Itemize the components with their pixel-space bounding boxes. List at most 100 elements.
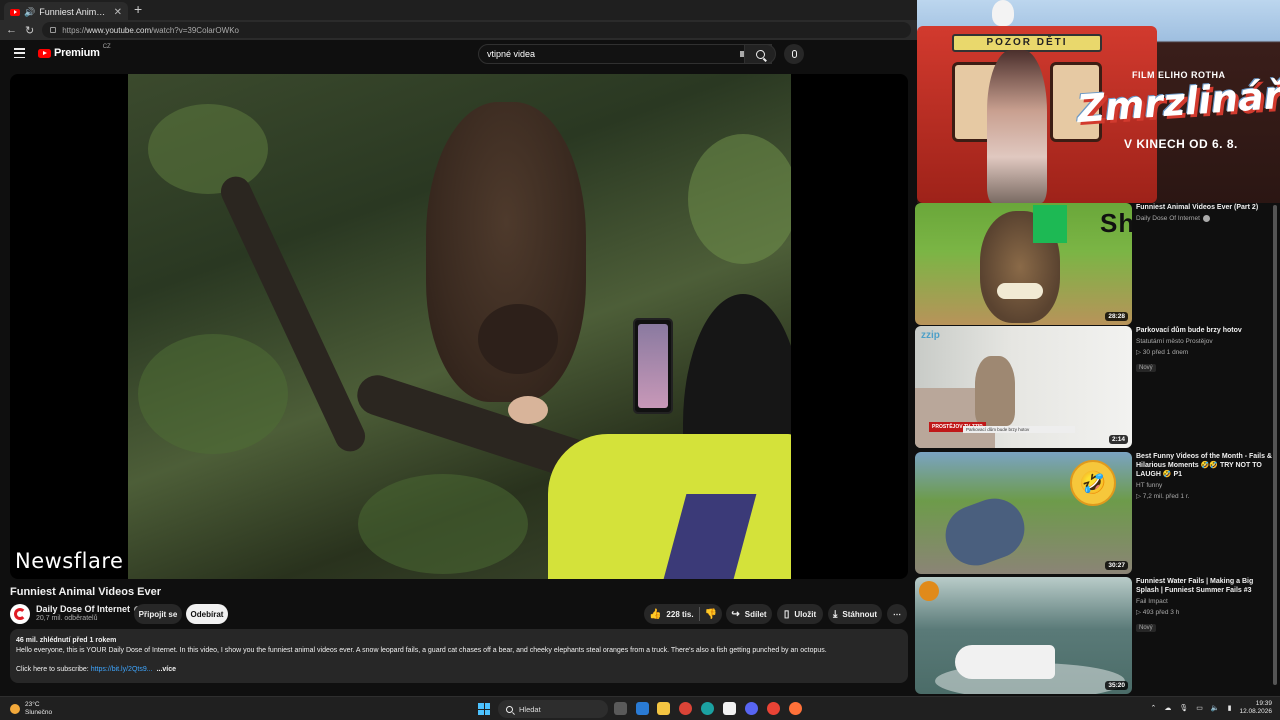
more-icon: ⋯ xyxy=(893,609,901,619)
like-dislike-group: 👍 228 tis. 👎 xyxy=(644,604,722,624)
recommendation-info: Best Funny Videos of the Month - Fails &… xyxy=(1136,452,1276,500)
phone-figure xyxy=(633,318,673,414)
browser-tab[interactable]: 🔊 Funniest Animal Videos Ever ✕ xyxy=(4,2,128,22)
thumbnail-logo: zzip xyxy=(921,330,940,341)
youtube-logo[interactable]: Premium CZ xyxy=(38,44,111,59)
recommendation-channel: HT funny xyxy=(1136,482,1276,489)
tray-chevron-icon[interactable]: ⌃ xyxy=(1150,704,1156,712)
recommendation-channel: Fail Impact xyxy=(1136,598,1276,605)
recommendation-item[interactable]: 35:20 Funniest Water Fails | Making a Bi… xyxy=(915,577,1280,694)
recommendation-channel: Statutární město Prostějov xyxy=(1136,338,1276,345)
ad-banner[interactable]: POZOR DĚTI FILM ELIHO ROTHA Zmrzlinář V … xyxy=(917,0,1280,203)
like-count[interactable]: 228 tis. xyxy=(666,610,693,619)
subscribe-link[interactable]: https://bit.ly/2Qts9... xyxy=(91,666,153,673)
recommendation-title[interactable]: Funniest Water Fails | Making a Big Spla… xyxy=(1136,577,1276,595)
ad-sign: POZOR DĚTI xyxy=(952,34,1102,52)
cloud-icon[interactable]: ☁ xyxy=(1164,704,1171,712)
store-icon[interactable] xyxy=(723,702,736,715)
close-tab-icon[interactable]: ✕ xyxy=(114,7,122,18)
video-thumbnail[interactable]: zzip PROSTĚJOV TV ZZIP Parkovací dům bud… xyxy=(915,326,1132,448)
new-badge: Nový xyxy=(1136,624,1156,632)
system-tray: ⌃ ☁ 🎙 ▭ 🔈 ▮ 19:39 12.08.2026 xyxy=(1150,700,1272,716)
task-view-icon[interactable] xyxy=(614,702,627,715)
weather-widget[interactable]: 23°C Slunečno xyxy=(10,701,52,716)
widgets-icon[interactable] xyxy=(636,702,649,715)
voice-search-button[interactable] xyxy=(784,44,804,64)
channel-text: Statutární město Prostějov xyxy=(1136,338,1213,345)
show-more-link[interactable]: ...více xyxy=(157,666,176,673)
battery-icon[interactable]: ▮ xyxy=(1228,704,1232,712)
subscribe-button[interactable]: Odebírat xyxy=(186,604,228,624)
search-button[interactable] xyxy=(744,44,776,64)
laughing-emoji-icon: 🤣 xyxy=(1070,460,1116,506)
share-button[interactable]: ↪ Sdílet xyxy=(726,604,772,624)
chrome-profile-icon[interactable] xyxy=(767,702,780,715)
new-badge: Nový xyxy=(1136,364,1156,372)
youtube-favicon-icon xyxy=(10,8,20,16)
description-text: Hello everyone, this is YOUR Daily Dose … xyxy=(16,647,827,654)
file-explorer-icon[interactable] xyxy=(657,702,670,715)
sidebar-scrollbar[interactable] xyxy=(1272,203,1278,693)
tab-title: Funniest Animal Videos Ever xyxy=(39,7,109,17)
video-frame xyxy=(128,74,791,579)
search-value: vtipné videa xyxy=(487,49,536,59)
recommendation-title[interactable]: Parkovací dům bude brzy hotov xyxy=(1136,326,1276,335)
channel-name-text: Daily Dose Of Internet xyxy=(36,604,131,614)
browser-tab-bar: 🔊 Funniest Animal Videos Ever ✕ + xyxy=(0,0,917,22)
channel-name[interactable]: Daily Dose Of Internet xyxy=(36,604,142,614)
new-tab-button[interactable]: + xyxy=(134,1,142,20)
channel-avatar[interactable] xyxy=(10,604,30,624)
taskbar-search[interactable]: Hledat xyxy=(498,700,608,718)
microphone-tray-icon[interactable]: 🎙 xyxy=(1179,704,1188,712)
youtube-play-icon xyxy=(38,48,51,58)
url-field[interactable]: https://www.youtube.com/watch?v=39ColarO… xyxy=(42,22,911,38)
recommendation-title[interactable]: Best Funny Videos of the Month - Fails &… xyxy=(1136,452,1276,479)
subscribe-prefix: Click here to subscribe: xyxy=(16,666,91,673)
duration-badge: 30:27 xyxy=(1105,561,1128,570)
date: 12.08.2026 xyxy=(1239,708,1272,715)
video-thumbnail[interactable]: 35:20 xyxy=(915,577,1132,694)
logo-text: Premium xyxy=(54,47,100,59)
channel-text: Fail Impact xyxy=(1136,598,1168,605)
url-prefix: https:// xyxy=(62,25,87,35)
logo-country: CZ xyxy=(102,44,111,50)
video-thumbnail[interactable]: 🤣 30:27 xyxy=(915,452,1132,574)
speaker-icon[interactable]: 🔊 xyxy=(24,7,35,18)
download-icon: ⤓ xyxy=(832,608,838,620)
sun-icon xyxy=(10,703,20,714)
recommendation-item[interactable]: zzip PROSTĚJOV TV ZZIP Parkovací dům bud… xyxy=(915,326,1280,448)
like-icon[interactable]: 👍 xyxy=(649,609,661,620)
recommendation-title[interactable]: Funniest Animal Videos Ever (Part 2) xyxy=(1136,203,1276,212)
recommendation-views: ▷ 30 před 1 dnem xyxy=(1136,349,1189,356)
description-box[interactable]: 46 mil. zhlédnutí před 1 rokem Hello eve… xyxy=(10,629,908,683)
lock-icon xyxy=(50,27,57,33)
download-label: Stáhnout xyxy=(842,609,878,619)
network-icon[interactable]: ▭ xyxy=(1196,704,1203,712)
recommendation-item[interactable]: 🤣 30:27 Best Funny Videos of the Month -… xyxy=(915,452,1280,574)
back-arrow-icon[interactable]: ← xyxy=(6,24,17,36)
download-button[interactable]: ⤓ Stáhnout xyxy=(828,604,882,624)
more-actions-button[interactable]: ⋯ xyxy=(887,604,907,624)
video-watermark: Newsflare xyxy=(15,549,124,573)
firefox-icon[interactable] xyxy=(789,702,802,715)
start-button[interactable] xyxy=(478,703,490,715)
taskbar: 23°C Slunečno Hledat ⌃ ☁ 🎙 ▭ 🔈 ▮ 19:39 1… xyxy=(0,696,1280,720)
edge-icon[interactable] xyxy=(701,702,714,715)
clock[interactable]: 19:39 12.08.2026 xyxy=(1239,700,1272,716)
menu-icon[interactable] xyxy=(14,48,25,58)
discord-icon[interactable] xyxy=(745,702,758,715)
reload-icon[interactable]: ↻ xyxy=(25,24,34,37)
mascot-icon xyxy=(992,0,1014,26)
thumbnail-caption: Parkovací dům bude brzy hotov xyxy=(963,426,1075,433)
save-button[interactable]: ▯ Uložit xyxy=(777,604,823,624)
duration-badge: 35:20 xyxy=(1105,681,1128,690)
video-player[interactable]: Newsflare xyxy=(10,74,908,579)
recommendation-item[interactable]: Shotvix 28:28 Funniest Animal Videos Eve… xyxy=(915,203,1280,325)
dislike-icon[interactable]: 👎 xyxy=(705,609,717,620)
chrome-icon[interactable] xyxy=(679,702,692,715)
search-input[interactable]: vtipné videa ✕ xyxy=(478,44,772,64)
url-path: /watch?v=39ColarOWKo xyxy=(151,25,239,35)
volume-icon[interactable]: 🔈 xyxy=(1211,704,1220,712)
join-button[interactable]: Připojit se xyxy=(134,604,182,624)
video-thumbnail[interactable]: Shotvix 28:28 xyxy=(915,203,1132,325)
